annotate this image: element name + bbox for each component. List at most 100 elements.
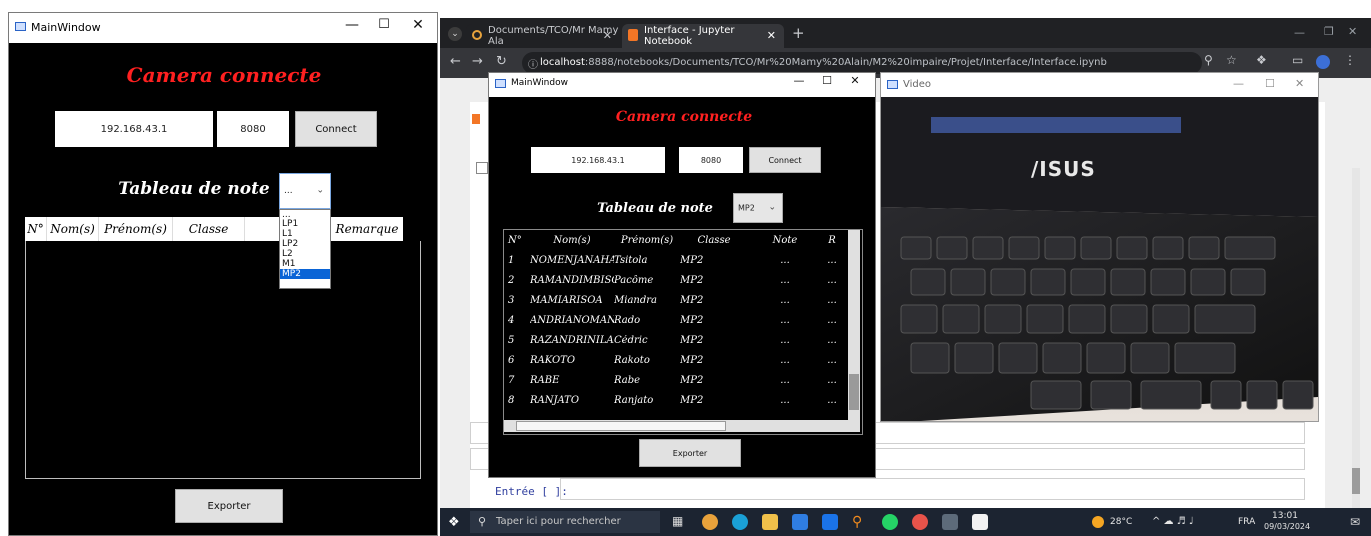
mail-icon[interactable] bbox=[822, 514, 838, 530]
maximize-icon[interactable]: ☐ bbox=[374, 17, 394, 32]
maximize-icon[interactable]: ☐ bbox=[1265, 77, 1275, 90]
minimize-icon[interactable]: — bbox=[789, 74, 809, 87]
table-cell-note[interactable]: ... bbox=[748, 275, 822, 286]
video-titlebar[interactable]: Video — ☐ ✕ bbox=[881, 73, 1318, 97]
dropdown-option[interactable]: ... bbox=[280, 210, 330, 220]
table-cell-note[interactable]: ... bbox=[748, 315, 822, 326]
minimize-icon[interactable]: — bbox=[342, 17, 362, 33]
ip-address-input[interactable]: 192.168.43.1 bbox=[531, 147, 665, 173]
table-cell-nom[interactable]: ANDRIANOMANANA bbox=[530, 315, 614, 326]
window-titlebar[interactable]: MainWindow — ☐ ✕ bbox=[489, 73, 875, 97]
table-cell-prenom[interactable]: Rado bbox=[614, 315, 680, 326]
class-select[interactable]: MP2 ⌄ bbox=[733, 193, 783, 223]
table-cell-prenom[interactable]: Tsitola bbox=[614, 255, 680, 266]
store-icon[interactable] bbox=[792, 514, 808, 530]
forward-icon[interactable]: → bbox=[472, 54, 483, 69]
file-explorer-icon[interactable] bbox=[762, 514, 778, 530]
save-icon[interactable] bbox=[476, 162, 488, 174]
column-header[interactable]: Remarque bbox=[331, 217, 403, 241]
port-input[interactable]: 8080 bbox=[217, 111, 289, 147]
clock-date[interactable]: 09/03/2024 bbox=[1264, 522, 1310, 531]
chrome-alt-icon[interactable] bbox=[912, 514, 928, 530]
dropdown-option[interactable]: L1 bbox=[280, 229, 330, 239]
url-input[interactable]: localhost:8888/notebooks/Documents/TCO/M… bbox=[522, 52, 1202, 74]
dropdown-option[interactable]: L2 bbox=[280, 249, 330, 259]
table-cell-n[interactable]: 2 bbox=[504, 275, 530, 286]
table-cell-prenom[interactable]: Miandra bbox=[614, 295, 680, 306]
clock-time[interactable]: 13:01 bbox=[1272, 511, 1298, 521]
scrollbar-thumb[interactable] bbox=[849, 374, 859, 410]
table-cell-classe[interactable]: MP2 bbox=[680, 375, 748, 386]
profile-avatar[interactable] bbox=[1316, 55, 1330, 69]
scrollbar-thumb[interactable] bbox=[516, 421, 726, 431]
table-cell-prenom[interactable]: Cédric bbox=[614, 335, 680, 346]
document-icon[interactable] bbox=[972, 514, 988, 530]
page-scrollbar[interactable] bbox=[1352, 168, 1360, 508]
table-cell-n[interactable]: 4 bbox=[504, 315, 530, 326]
table-cell-rem[interactable]: ... bbox=[822, 295, 842, 306]
table-cell-classe[interactable]: MP2 bbox=[680, 275, 748, 286]
table-cell-note[interactable]: ... bbox=[748, 295, 822, 306]
table-cell-classe[interactable]: MP2 bbox=[680, 295, 748, 306]
column-header[interactable]: R bbox=[822, 235, 842, 246]
table-cell-rem[interactable]: ... bbox=[822, 335, 842, 346]
table-cell-n[interactable]: 1 bbox=[504, 255, 530, 266]
window-titlebar[interactable]: MainWindow — ☐ ✕ bbox=[9, 13, 437, 43]
maximize-icon[interactable]: ☐ bbox=[817, 74, 837, 87]
taskbar-search-input[interactable]: ⚲ Taper ici pour rechercher bbox=[470, 511, 660, 533]
dropdown-option[interactable]: LP1 bbox=[280, 219, 330, 229]
column-header[interactable]: Prénom(s) bbox=[99, 217, 173, 241]
connect-button[interactable]: Connect bbox=[295, 111, 377, 147]
new-tab-icon[interactable]: + bbox=[792, 24, 805, 42]
table-cell-classe[interactable]: MP2 bbox=[680, 355, 748, 366]
table-cell-n[interactable]: 5 bbox=[504, 335, 530, 346]
edge-icon[interactable] bbox=[732, 514, 748, 530]
column-header[interactable]: N° bbox=[504, 235, 530, 246]
table-cell-n[interactable]: 7 bbox=[504, 375, 530, 386]
table-cell-classe[interactable]: MP2 bbox=[680, 315, 748, 326]
table-row[interactable]: 3 MAMIARISOA Miandra MP2...... bbox=[504, 290, 842, 310]
dropdown-option-selected[interactable]: MP2 bbox=[280, 269, 330, 279]
grades-table[interactable]: N° Nom(s) Prénom(s) Classe Note R 1 NOMEN… bbox=[503, 229, 863, 435]
table-cell-note[interactable]: ... bbox=[748, 255, 822, 266]
browser-tab-active[interactable]: Interface - Jupyter Notebook ✕ bbox=[622, 24, 784, 48]
table-cell-prenom[interactable]: Ranjato bbox=[614, 395, 680, 406]
table-row[interactable]: 7 RABE Rabe MP2...... bbox=[504, 370, 842, 390]
column-header[interactable]: Note bbox=[748, 235, 822, 246]
table-row[interactable]: 5RAZANDRINILAINACédricMP2...... bbox=[504, 330, 842, 350]
table-cell-prenom[interactable]: Rabe bbox=[614, 375, 680, 386]
table-cell-note[interactable]: ... bbox=[748, 375, 822, 386]
table-cell-nom[interactable]: RABE bbox=[530, 375, 614, 386]
site-info-icon[interactable]: ⓘ bbox=[528, 56, 538, 71]
task-view-icon[interactable]: ▦ bbox=[672, 514, 688, 530]
whatsapp-icon[interactable] bbox=[882, 514, 898, 530]
table-cell-nom[interactable]: RAKOTO bbox=[530, 355, 614, 366]
table-cell-rem[interactable]: ... bbox=[822, 315, 842, 326]
table-cell-n[interactable]: 8 bbox=[504, 395, 530, 406]
menu-kebab-icon[interactable]: ⋮ bbox=[1344, 53, 1356, 67]
table-cell-classe[interactable]: MP2 bbox=[680, 395, 748, 406]
zoom-icon[interactable]: ⚲ bbox=[1204, 53, 1213, 67]
table-cell-nom[interactable]: MAMIARISOA bbox=[530, 295, 614, 306]
column-header[interactable]: Classe bbox=[680, 235, 748, 246]
browser-tab[interactable]: Documents/TCO/Mr Mamy Ala ✕ bbox=[466, 24, 620, 48]
table-row[interactable]: 2RAMANDIMBISONPacômeMP2...... bbox=[504, 270, 842, 290]
table-body[interactable] bbox=[25, 241, 421, 479]
column-header[interactable]: Nom(s) bbox=[47, 217, 99, 241]
close-icon[interactable]: ✕ bbox=[1348, 25, 1357, 38]
windows-start-icon[interactable]: ❖ bbox=[448, 515, 460, 530]
weather-temp[interactable]: 28°C bbox=[1110, 517, 1132, 527]
class-select[interactable]: ... ⌄ bbox=[279, 173, 331, 209]
minimize-icon[interactable]: — bbox=[1233, 77, 1244, 90]
connect-button[interactable]: Connect bbox=[749, 147, 821, 173]
table-cell-rem[interactable]: ... bbox=[822, 275, 842, 286]
table-row[interactable]: 4ANDRIANOMANANARadoMP2...... bbox=[504, 310, 842, 330]
table-cell-classe[interactable]: MP2 bbox=[680, 255, 748, 266]
table-cell-n[interactable]: 6 bbox=[504, 355, 530, 366]
table-cell-classe[interactable]: MP2 bbox=[680, 335, 748, 346]
table-cell-rem[interactable]: ... bbox=[822, 375, 842, 386]
close-tab-icon[interactable]: ✕ bbox=[603, 29, 612, 42]
sidepanel-icon[interactable]: ▭ bbox=[1292, 53, 1303, 67]
scrollbar-thumb[interactable] bbox=[1352, 468, 1360, 494]
table-cell-nom[interactable]: NOMENJANAHARY bbox=[530, 255, 614, 266]
